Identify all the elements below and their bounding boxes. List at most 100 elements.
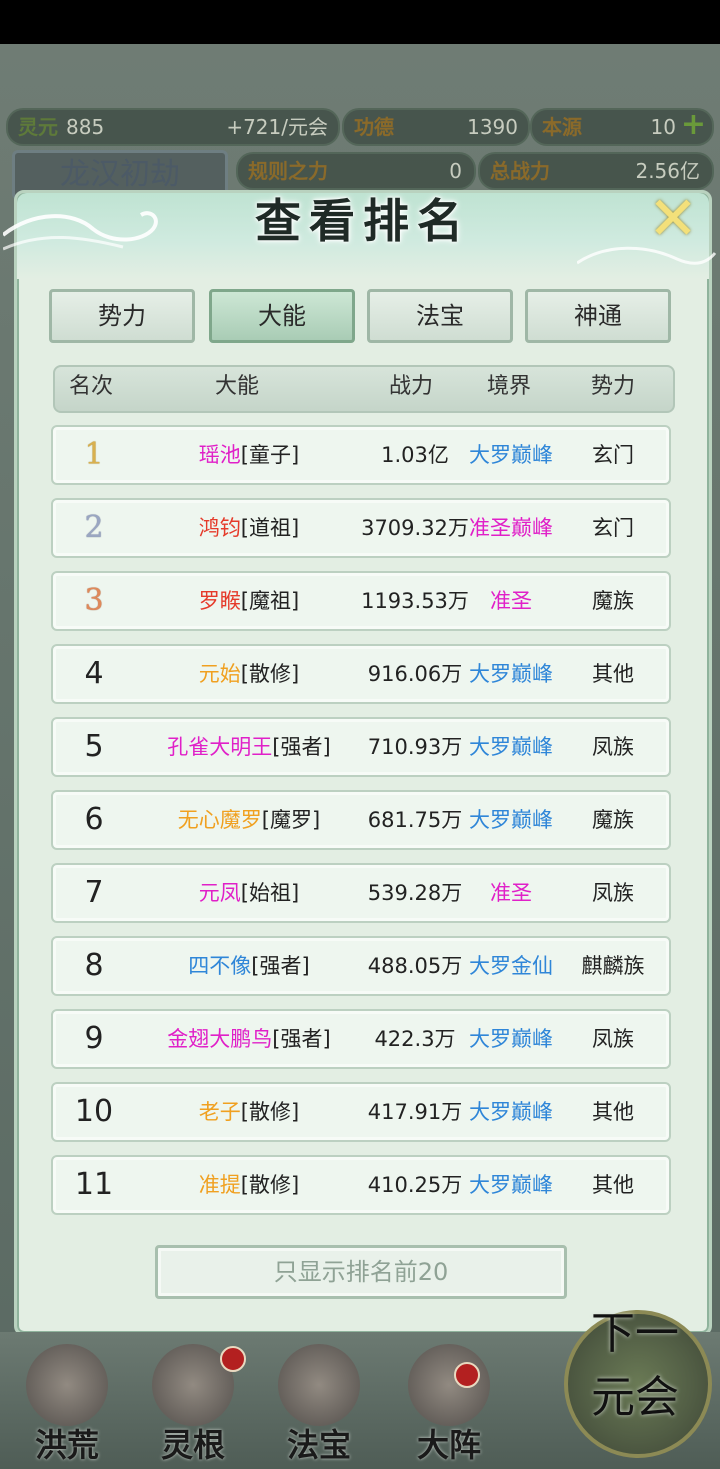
character-name: 元凤 — [198, 881, 241, 905]
realm-cell: 大罗巅峰 — [469, 1100, 553, 1124]
character-title: [始祖] — [240, 881, 300, 905]
nav-label: 法宝 — [286, 1426, 351, 1464]
power-cell: 710.93万 — [367, 735, 463, 759]
character-name: 无心魔罗 — [177, 808, 262, 832]
character-title: [强者] — [251, 954, 310, 978]
character-title: [童子] — [240, 443, 300, 467]
realm-cell: 准圣 — [490, 881, 532, 905]
faction-cell: 麒麟族 — [581, 954, 645, 978]
power-cell: 488.05万 — [367, 954, 463, 978]
realm-cell: 大罗巅峰 — [469, 443, 553, 467]
power-cell: 916.06万 — [367, 662, 463, 686]
power-cell: 681.75万 — [367, 808, 463, 832]
rank-cell: 11 — [74, 1167, 114, 1202]
table-row[interactable]: 3 罗睺[魔祖] 1193.53万 准圣 魔族 — [51, 571, 671, 631]
mountain-emblem-icon — [26, 1344, 108, 1426]
character-title: [散修] — [240, 662, 300, 686]
nav-honghuang[interactable]: 洪荒 — [2, 1332, 132, 1469]
notification-dot — [454, 1362, 480, 1388]
table-row[interactable]: 2 鸿钧[道祖] 3709.32万 准圣巅峰 玄门 — [51, 498, 671, 558]
realm-cell: 大罗巅峰 — [469, 1027, 553, 1051]
character-name: 老子 — [198, 1100, 241, 1124]
table-row[interactable]: 10 老子[散修] 417.91万 大罗巅峰 其他 — [51, 1082, 671, 1142]
character-title: [强者] — [272, 1027, 331, 1051]
faction-cell: 其他 — [592, 1173, 634, 1197]
ranking-list[interactable]: 1 瑶池[童子] 1.03亿 大罗巅峰 玄门 2 鸿钧[道祖] 3709.32万 准圣巅峰 玄门 3… — [51, 425, 675, 1225]
rank-cell: 2 — [84, 510, 104, 545]
tab-label: 势力 — [98, 302, 146, 330]
tab-great-power[interactable]: 大能 — [209, 289, 355, 343]
name-cell: 瑶池[童子] — [135, 427, 363, 483]
formation-emblem-icon — [408, 1344, 490, 1426]
table-row[interactable]: 5 孔雀大明王[强者] 710.93万 大罗巅峰 凤族 — [51, 717, 671, 777]
rank-cell: 9 — [84, 1021, 104, 1056]
rank-cell: 6 — [84, 802, 104, 837]
table-row[interactable]: 9 金翅大鹏鸟[强者] 422.3万 大罗巅峰 凤族 — [51, 1009, 671, 1069]
lingyuan-chip: 灵元 885 +721/元会 — [6, 108, 340, 146]
zhanli-label: 总战力 — [490, 159, 550, 183]
name-cell: 老子[散修] — [135, 1084, 363, 1140]
table-row[interactable]: 1 瑶池[童子] 1.03亿 大罗巅峰 玄门 — [51, 425, 671, 485]
tab-bar: 势力 大能 法宝 神通 — [49, 289, 679, 345]
character-title: [散修] — [240, 1100, 300, 1124]
next-era-button[interactable]: 下一 元会 — [560, 1290, 712, 1460]
next-era-line2: 元会 — [591, 1372, 679, 1423]
tab-skill[interactable]: 神通 — [525, 289, 671, 343]
rank-cell: 7 — [84, 875, 104, 910]
next-era-label: 下一 元会 — [560, 1302, 710, 1430]
realm-cell: 大罗巅峰 — [469, 662, 553, 686]
faction-cell: 魔族 — [592, 808, 634, 832]
header-faction: 势力 — [591, 374, 636, 399]
character-name: 准提 — [198, 1173, 241, 1197]
table-row[interactable]: 4 元始[散修] 916.06万 大罗巅峰 其他 — [51, 644, 671, 704]
nav-fabao[interactable]: 法宝 — [254, 1332, 384, 1469]
name-cell: 元始[散修] — [135, 646, 363, 702]
tab-treasure[interactable]: 法宝 — [367, 289, 513, 343]
character-name: 元始 — [198, 662, 241, 686]
power-cell: 410.25万 — [367, 1173, 463, 1197]
faction-cell: 其他 — [592, 1100, 634, 1124]
benyuan-label: 本源 — [542, 115, 582, 139]
nav-label: 大阵 — [416, 1426, 481, 1464]
status-bar — [0, 0, 720, 44]
top20-filter-label: 只显示排名前20 — [273, 1258, 449, 1286]
table-row[interactable]: 11 准提[散修] 410.25万 大罗巅峰 其他 — [51, 1155, 671, 1215]
realm-cell: 大罗巅峰 — [469, 808, 553, 832]
realm-cell: 准圣巅峰 — [469, 516, 553, 540]
benyuan-value: 10 — [650, 115, 676, 139]
gongde-chip: 功德 1390 — [342, 108, 530, 146]
realm-cell: 大罗巅峰 — [469, 735, 553, 759]
dialog-header: 查看排名 ✕ — [3, 189, 717, 279]
rank-cell: 3 — [84, 583, 104, 618]
lingyuan-value: 885 — [66, 115, 105, 139]
character-title: [强者] — [272, 735, 331, 759]
character-name: 瑶池 — [198, 443, 241, 467]
tab-label: 法宝 — [416, 302, 464, 330]
name-cell: 四不像[强者] — [135, 938, 363, 994]
character-title: [散修] — [240, 1173, 300, 1197]
next-era-line1: 下一 — [591, 1308, 679, 1359]
guize-label: 规则之力 — [248, 159, 328, 183]
close-icon[interactable]: ✕ — [645, 189, 701, 249]
table-row[interactable]: 8 四不像[强者] 488.05万 大罗金仙 麒麟族 — [51, 936, 671, 996]
ranking-dialog: 查看排名 ✕ 势力 大能 法宝 神通 名次 大能 战力 境界 势力 1 瑶池[童子… — [3, 189, 717, 1336]
faction-cell: 其他 — [592, 662, 634, 686]
power-cell: 1.03亿 — [381, 443, 449, 467]
add-benyuan-icon[interactable]: + — [681, 108, 706, 142]
table-row[interactable]: 7 元凤[始祖] 539.28万 准圣 凤族 — [51, 863, 671, 923]
rank-cell: 8 — [84, 948, 104, 983]
faction-cell: 魔族 — [592, 589, 634, 613]
nav-dazhen[interactable]: 大阵 — [384, 1332, 514, 1469]
header-name: 大能 — [215, 374, 260, 399]
table-row[interactable]: 6 无心魔罗[魔罗] 681.75万 大罗巅峰 魔族 — [51, 790, 671, 850]
faction-cell: 凤族 — [592, 735, 634, 759]
nav-linggen[interactable]: 灵根 — [128, 1332, 258, 1469]
notification-dot — [220, 1346, 246, 1372]
treasure-emblem-icon — [278, 1344, 360, 1426]
rank-cell: 10 — [74, 1094, 114, 1129]
gongde-value: 1390 — [467, 115, 518, 139]
faction-cell: 玄门 — [592, 516, 634, 540]
top20-filter-button[interactable]: 只显示排名前20 — [155, 1245, 567, 1299]
character-name: 鸿钧 — [198, 516, 241, 540]
tab-faction[interactable]: 势力 — [49, 289, 195, 343]
